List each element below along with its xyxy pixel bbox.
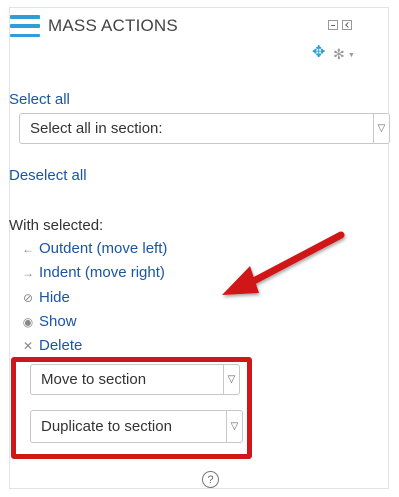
red-arrow-annotation (222, 231, 345, 295)
help-icon[interactable]: ? (202, 471, 219, 488)
